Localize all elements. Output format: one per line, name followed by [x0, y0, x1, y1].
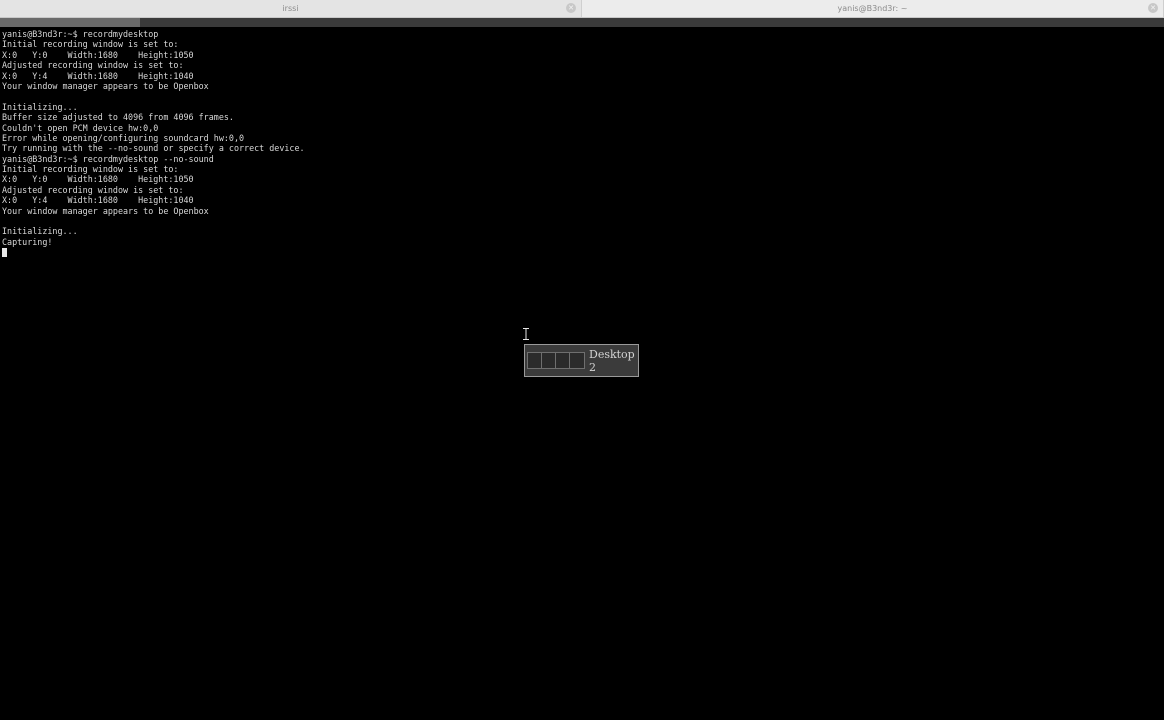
terminal-line: yanis@B3nd3r:~$ recordmydesktop: [2, 29, 159, 39]
tab-terminal[interactable]: yanis@B3nd3r: ~ ✕: [582, 0, 1164, 17]
terminal-line: X:0 Y:0 Width:1680 Height:1050: [2, 49, 194, 60]
tab-scroll-strip: [0, 18, 1164, 27]
terminal-line: Initializing...: [2, 101, 78, 112]
terminal-line: Try running with the --no-sound or speci…: [2, 143, 305, 154]
terminal-line: yanis@B3nd3r:~$ recordmydesktop --no-sou…: [2, 153, 214, 164]
terminal-line: Couldn't open PCM device hw:0,0: [2, 122, 159, 133]
close-icon[interactable]: ✕: [566, 3, 576, 13]
desktop-cell: [542, 353, 556, 368]
desktop-pager: [527, 352, 585, 369]
tab-title: yanis@B3nd3r: ~: [837, 4, 908, 13]
scroll-thumb[interactable]: [0, 18, 140, 27]
terminal-line: Capturing!: [2, 236, 53, 247]
tab-title: irssi: [282, 4, 299, 13]
terminal-prompt-line: [2, 247, 1162, 258]
tab-bar: irssi ✕ yanis@B3nd3r: ~ ✕: [0, 0, 1164, 18]
terminal-line: Buffer size adjusted to 4096 from 4096 f…: [2, 112, 234, 123]
screen: irssi ✕ yanis@B3nd3r: ~ ✕ yanis@B3nd3r:~…: [0, 0, 1164, 720]
terminal-output[interactable]: yanis@B3nd3r:~$ recordmydesktop Initial r…: [2, 29, 1162, 258]
text-cursor: [2, 248, 7, 258]
terminal-line: Your window manager appears to be Openbo…: [2, 205, 209, 216]
terminal-line: Adjusted recording window is set to:: [2, 60, 184, 71]
terminal-line: Initializing...: [2, 226, 78, 237]
desktop-switcher-popup: Desktop 2: [524, 344, 639, 377]
terminal-line: X:0 Y:4 Width:1680 Height:1040: [2, 195, 194, 206]
terminal-line: Your window manager appears to be Openbo…: [2, 80, 209, 91]
desktop-cell: [570, 353, 584, 368]
desktop-label: Desktop 2: [589, 347, 635, 374]
terminal-line: Adjusted recording window is set to:: [2, 184, 184, 195]
terminal-line: X:0 Y:4 Width:1680 Height:1040: [2, 70, 194, 81]
terminal-line: X:0 Y:0 Width:1680 Height:1050: [2, 174, 194, 185]
tab-irssi[interactable]: irssi ✕: [0, 0, 582, 17]
terminal-line: Initial recording window is set to:: [2, 39, 179, 50]
ibeam-cursor-icon: [523, 328, 529, 340]
terminal-line: Initial recording window is set to:: [2, 164, 179, 175]
desktop-cell: [528, 353, 542, 368]
close-icon[interactable]: ✕: [1148, 3, 1158, 13]
terminal-line: Error while opening/configuring soundcar…: [2, 132, 245, 143]
desktop-cell: [556, 353, 570, 368]
